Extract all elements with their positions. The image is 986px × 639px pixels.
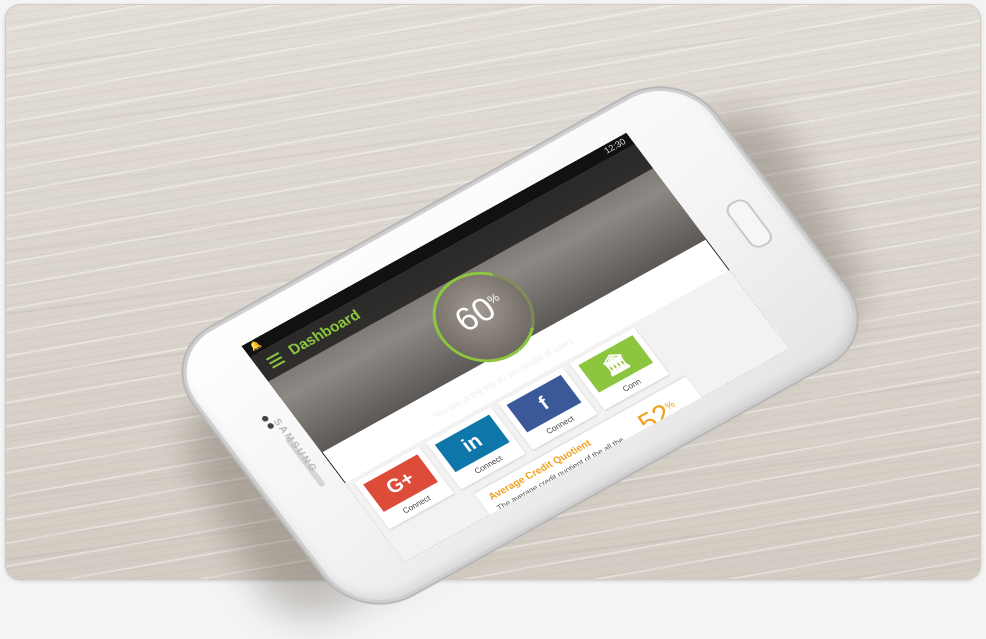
credit-quotient-value: 60% bbox=[429, 275, 531, 350]
hamburger-menu-icon[interactable] bbox=[265, 352, 286, 369]
smiley-icon: ☺ bbox=[509, 520, 523, 532]
home-button[interactable] bbox=[722, 195, 777, 252]
average-credit-value: 52% bbox=[632, 394, 686, 439]
